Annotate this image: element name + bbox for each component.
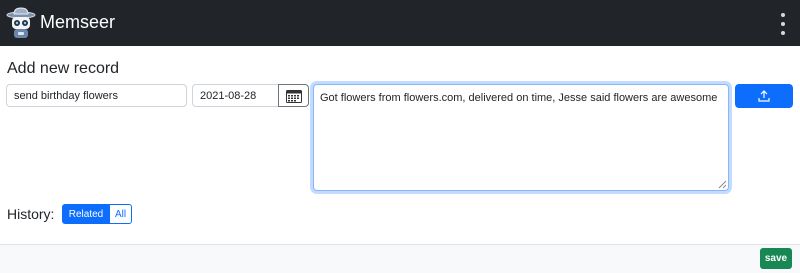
calendar-icon bbox=[285, 89, 302, 103]
save-button[interactable]: save bbox=[760, 248, 792, 269]
upload-button[interactable] bbox=[735, 84, 793, 108]
resize-handle-icon[interactable] bbox=[718, 180, 727, 189]
record-date-input[interactable] bbox=[192, 84, 279, 107]
history-filter-related[interactable]: Related bbox=[62, 204, 110, 224]
record-notes-textarea[interactable] bbox=[313, 84, 729, 191]
calendar-button[interactable] bbox=[278, 84, 309, 107]
top-navbar: Memseer bbox=[0, 0, 800, 46]
section-heading: Add new record bbox=[7, 60, 120, 77]
robot-logo-icon bbox=[6, 7, 36, 38]
history-label: History: bbox=[7, 206, 55, 222]
history-filter-group: Related All bbox=[62, 204, 132, 224]
kebab-menu-icon[interactable] bbox=[780, 13, 786, 35]
app-title: Memseer bbox=[40, 12, 116, 32]
footer-bar bbox=[0, 244, 800, 273]
record-title-input[interactable] bbox=[6, 84, 187, 107]
history-filter-all[interactable]: All bbox=[110, 204, 132, 224]
upload-icon bbox=[758, 90, 770, 102]
